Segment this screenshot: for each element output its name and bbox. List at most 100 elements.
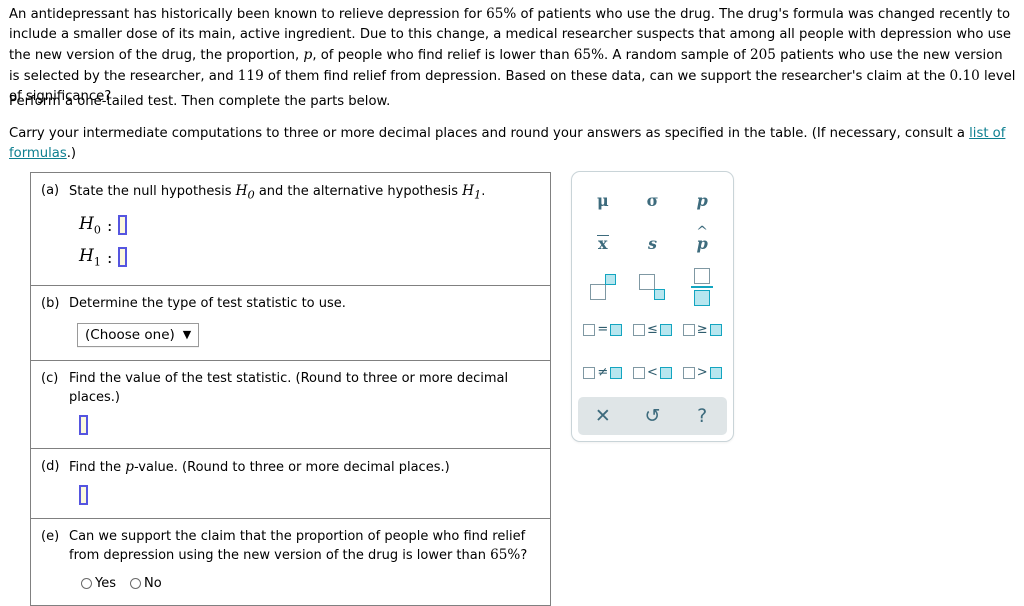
- p-value-input[interactable]: [79, 484, 88, 505]
- p-glyph: p: [696, 191, 708, 210]
- operator-glyph: >: [696, 365, 708, 380]
- part-e-prompt: Can we support the claim that the propor…: [69, 528, 540, 567]
- left-box-icon: [633, 323, 646, 336]
- superscript-glyph: [589, 273, 616, 300]
- radio-option-no[interactable]: No: [130, 576, 162, 591]
- equals-box-template[interactable]: =: [578, 308, 628, 351]
- problem-pct-2: 65%: [573, 47, 604, 64]
- question-mark-icon: ?: [697, 405, 708, 427]
- part-c-answer-slot: [31, 408, 550, 448]
- part-a-text-2: and the alternative hypothesis: [254, 184, 463, 199]
- sigma-glyph: σ: [646, 191, 659, 210]
- problem-statement: An antidepressant has historically been …: [9, 4, 1016, 108]
- undo-button[interactable]: ↺: [628, 397, 678, 435]
- part-c-label: (c): [41, 370, 59, 386]
- fraction-template[interactable]: [677, 265, 727, 308]
- not-equal-box-glyph: ≠: [583, 365, 623, 380]
- base-box-icon: [639, 273, 656, 290]
- h1-label: H1: [79, 245, 101, 269]
- h0-colon: :: [107, 215, 113, 235]
- section-part-c: (c) Find the value of the test statistic…: [31, 359, 550, 448]
- operator-glyph: <: [647, 365, 658, 380]
- symbol-palette: μ σ p x s ^ p = ≤ ≥ ≠ < > ✕ ↺ ?: [571, 171, 734, 442]
- section-part-e: (e) Can we support the claim that the pr…: [31, 517, 550, 606]
- part-d-text-2: -value. (Round to three or more decimal …: [133, 459, 450, 475]
- h0-input[interactable]: [118, 215, 128, 236]
- mu-glyph: μ: [596, 191, 609, 210]
- mu-symbol[interactable]: μ: [578, 179, 628, 222]
- part-d-answer-slot: [31, 478, 550, 518]
- left-box-icon: [682, 323, 695, 336]
- symbol-grid: μ σ p x s ^ p = ≤ ≥ ≠ < >: [578, 179, 727, 394]
- p-symbol[interactable]: p: [677, 179, 727, 222]
- part-d-label: (d): [41, 458, 60, 474]
- numerator-box-icon: [694, 267, 711, 284]
- greater-than-box-template[interactable]: >: [677, 351, 727, 394]
- operator-glyph: ≠: [597, 365, 609, 380]
- right-box-icon: [659, 323, 672, 336]
- subscript-box-icon: [654, 288, 666, 300]
- radio-option-yes[interactable]: Yes: [81, 576, 116, 591]
- hypothesis-row-h1: H1 :: [79, 241, 550, 273]
- part-e-text-2: ?: [520, 548, 528, 564]
- subscript-template[interactable]: [628, 265, 678, 308]
- operator-glyph: ≥: [696, 322, 708, 337]
- h1-colon: :: [107, 247, 113, 267]
- palette-toolbar: ✕ ↺ ?: [578, 397, 727, 435]
- less-equal-box-glyph: ≤: [633, 322, 672, 337]
- s-glyph: s: [647, 234, 657, 253]
- s-symbol[interactable]: s: [628, 222, 678, 265]
- section-part-b: (b) Determine the type of test statistic…: [31, 285, 550, 360]
- part-a-prompt: State the null hypothesis H0 and the alt…: [69, 182, 540, 203]
- section-part-a: (a) State the null hypothesis H0 and the…: [31, 173, 550, 285]
- superscript-template[interactable]: [578, 265, 628, 308]
- section-part-d: (d) Find the p-value. (Round to three or…: [31, 447, 550, 518]
- right-box-icon: [659, 366, 672, 379]
- x-bar-glyph: x: [597, 233, 609, 253]
- problem-text-3: , of people who find relief is lower tha…: [312, 48, 574, 64]
- h1-input[interactable]: [118, 247, 128, 268]
- p-hat-symbol[interactable]: ^ p: [677, 222, 727, 265]
- part-d-text-1: Find the: [69, 459, 126, 475]
- problem-var-p: p: [303, 47, 313, 64]
- radio-circle-icon: [81, 578, 92, 590]
- rounding-note-text: Carry your intermediate computations to …: [9, 126, 970, 141]
- help-button[interactable]: ?: [677, 397, 727, 435]
- not-equal-box-template[interactable]: ≠: [578, 351, 628, 394]
- test-statistic-input[interactable]: [79, 414, 88, 435]
- x-bar-symbol[interactable]: x: [578, 222, 628, 265]
- part-a-text-1: State the null hypothesis: [69, 184, 236, 199]
- subscript-glyph: [639, 273, 666, 300]
- test-statistic-select[interactable]: (Choose one) ▼: [77, 322, 200, 347]
- part-a-h1: H1: [462, 183, 482, 202]
- answer-card: (a) State the null hypothesis H0 and the…: [30, 172, 551, 606]
- less-equal-box-template[interactable]: ≤: [628, 308, 678, 351]
- problem-sample-size: 205: [749, 47, 776, 64]
- right-box-icon: [610, 366, 623, 379]
- greater-equal-box-glyph: ≥: [682, 322, 722, 337]
- problem-pct-1: 65%: [486, 6, 517, 22]
- base-box-icon: [589, 283, 606, 300]
- problem-text-1: An antidepressant has historically been …: [9, 7, 487, 22]
- less-than-box-template[interactable]: <: [628, 351, 678, 394]
- undo-icon: ↺: [644, 405, 661, 427]
- instruction-line: Perform a one-tailed test. Then complete…: [9, 94, 391, 109]
- part-a-label: (a): [41, 183, 60, 198]
- sigma-symbol[interactable]: σ: [628, 179, 678, 222]
- test-statistic-select-value: (Choose one): [85, 326, 175, 343]
- clear-button[interactable]: ✕: [578, 397, 628, 435]
- caret-hat-icon: ^: [696, 223, 709, 240]
- left-box-icon: [583, 366, 596, 379]
- p-hat-glyph: ^ p: [696, 223, 709, 253]
- left-box-icon: [682, 366, 695, 379]
- fraction-glyph: [691, 267, 714, 306]
- fraction-bar-icon: [691, 285, 714, 288]
- part-d-prompt: Find the p-value. (Round to three or mor…: [69, 458, 540, 478]
- radio-label-no: No: [144, 576, 162, 592]
- operator-glyph: =: [597, 322, 609, 337]
- part-e-label: (e): [41, 528, 60, 544]
- part-e-pct: 65%: [490, 547, 521, 564]
- greater-equal-box-template[interactable]: ≥: [677, 308, 727, 351]
- right-box-icon: [709, 323, 722, 336]
- part-b-prompt: Determine the type of test statistic to …: [69, 296, 346, 312]
